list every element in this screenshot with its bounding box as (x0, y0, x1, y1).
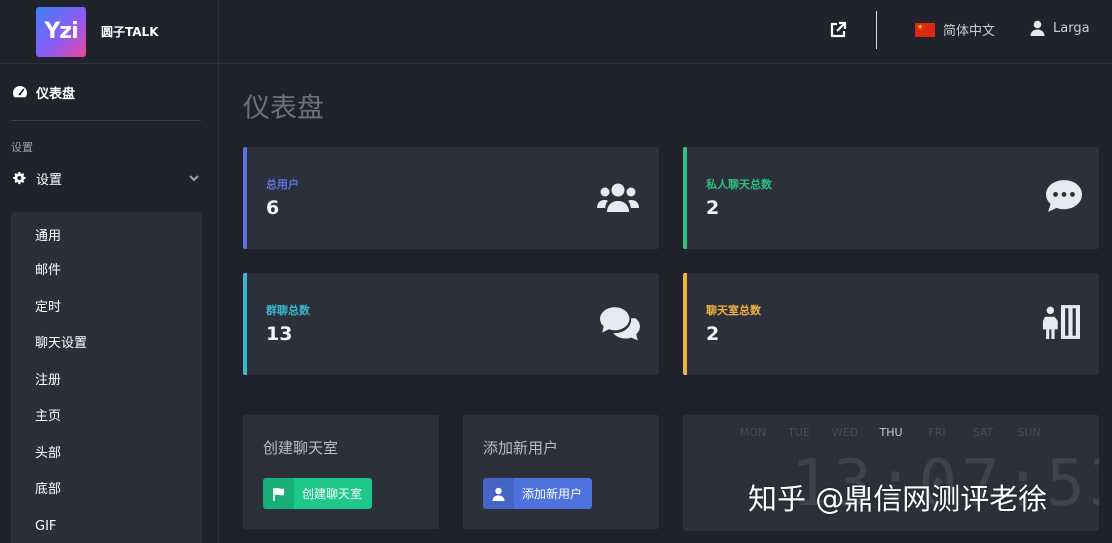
button-label: 创建聊天室 (302, 487, 363, 501)
submenu-item-cron[interactable]: 定时 (11, 283, 202, 320)
brand[interactable]: Yzi 圆子TALK (0, 0, 218, 64)
weekday-wed: WED (831, 426, 859, 439)
weekday-row: MON TUE WED THU FRI SAT SUN (683, 426, 1099, 439)
user-name: Larga (1053, 20, 1090, 36)
stat-value: 13 (266, 323, 293, 345)
submenu-item-home[interactable]: 主页 (11, 392, 202, 429)
submenu-item-mail[interactable]: 邮件 (11, 246, 202, 283)
stat-card-private-chats: 私人聊天总数 2 (683, 147, 1099, 249)
weekday-fri: FRI (928, 426, 946, 439)
stat-accent-bar (683, 147, 687, 249)
topbar: ★ 简体中文 Larga (219, 0, 1112, 64)
submenu-item-header[interactable]: 头部 (11, 429, 202, 466)
china-flag-icon: ★ (915, 22, 935, 37)
tachometer-icon (13, 86, 27, 98)
stat-card-chatrooms: 聊天室总数 2 (683, 273, 1099, 375)
create-chatroom-card: 创建聊天室 创建聊天室 (243, 415, 439, 529)
stat-accent-bar (683, 273, 687, 375)
page-title: 仪表盘 (243, 93, 324, 124)
stat-value: 6 (266, 197, 280, 219)
submenu-item-chat-settings[interactable]: 聊天设置 (11, 319, 202, 356)
sidebar-item-dashboard[interactable]: 仪表盘 (0, 64, 218, 120)
submenu-item-footer[interactable]: 底部 (11, 465, 202, 502)
weekday-sat: SAT (972, 426, 994, 439)
stat-label: 私人聊天总数 (706, 178, 772, 191)
sidebar-item-settings[interactable]: 设置 (0, 161, 218, 195)
stat-accent-bar (243, 273, 247, 375)
weekday-sun: SUN (1017, 426, 1041, 439)
sidebar-item-label: 仪表盘 (36, 86, 76, 102)
stat-card-group-chats: 群聊总数 13 (243, 273, 659, 375)
user-icon (1030, 20, 1045, 36)
sidebar-section-label: 设置 (11, 141, 33, 154)
comment-dots-icon (1046, 180, 1082, 212)
stat-value: 2 (706, 197, 720, 219)
language-selector[interactable]: ★ 简体中文 (915, 20, 995, 39)
card-title: 创建聊天室 (263, 439, 339, 457)
submenu-item-register[interactable]: 注册 (11, 356, 202, 393)
watermark: 知乎 @鼎信网测评老徐 (748, 482, 1048, 516)
chevron-down-icon (189, 175, 199, 182)
door-open-icon (1042, 305, 1080, 339)
sidebar: Yzi 圆子TALK 仪表盘 设置 设置 通用 邮件 定时 聊天设置 注册 主页… (0, 0, 219, 543)
stat-value: 2 (706, 323, 720, 345)
create-chatroom-button[interactable]: 创建聊天室 (263, 478, 373, 509)
flag-icon (263, 478, 294, 509)
submenu-item-gif[interactable]: GIF (11, 502, 202, 539)
user-icon (483, 478, 514, 509)
card-title: 添加新用户 (483, 439, 559, 457)
users-icon (597, 183, 639, 212)
button-label: 添加新用户 (522, 487, 583, 501)
brand-logo: Yzi (36, 6, 86, 57)
stat-label: 总用户 (266, 178, 299, 191)
stat-accent-bar (243, 147, 247, 249)
weekday-mon: MON (739, 426, 767, 439)
add-user-button[interactable]: 添加新用户 (483, 478, 593, 509)
weekday-tue: TUE (788, 426, 810, 439)
external-link-icon[interactable] (829, 21, 847, 39)
gear-icon (13, 171, 26, 185)
add-user-card: 添加新用户 添加新用户 (463, 415, 659, 529)
stat-label: 群聊总数 (266, 304, 310, 317)
brand-name: 圆子TALK (101, 25, 159, 39)
user-menu[interactable]: Larga (1030, 20, 1090, 36)
settings-submenu: 通用 邮件 定时 聊天设置 注册 主页 头部 底部 GIF (11, 212, 202, 543)
weekday-thu: THU (879, 426, 903, 439)
language-label: 简体中文 (943, 24, 996, 39)
stat-label: 聊天室总数 (706, 304, 761, 317)
header-divider (876, 11, 877, 49)
comments-icon (600, 307, 640, 341)
stat-card-total-users: 总用户 6 (243, 147, 659, 249)
submenu-item-general[interactable]: 通用 (11, 212, 202, 246)
sidebar-item-label: 设置 (36, 172, 63, 188)
